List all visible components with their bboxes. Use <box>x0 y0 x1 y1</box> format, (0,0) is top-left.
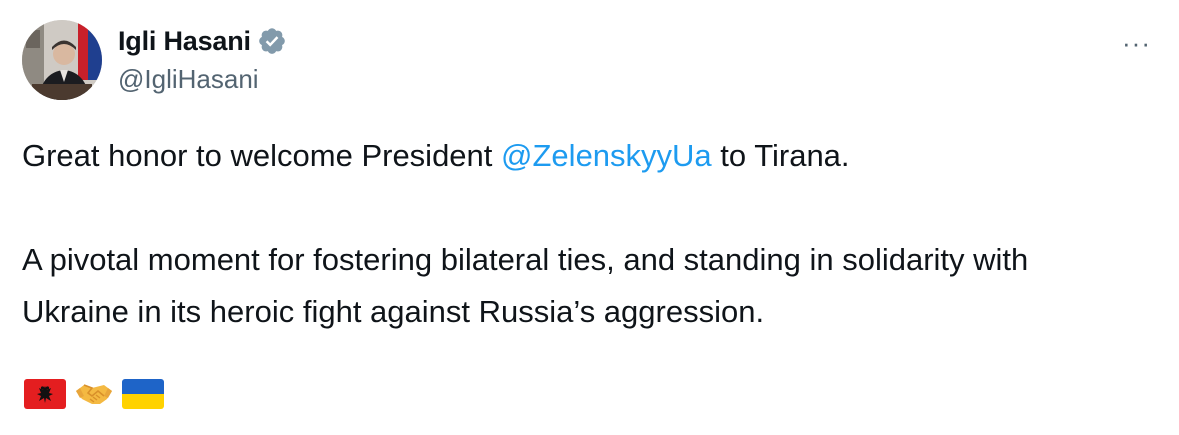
tweet-text: Great honor to welcome President @Zelens… <box>22 130 1142 338</box>
author-handle[interactable]: @IgliHasani <box>118 64 259 95</box>
tweet-card[interactable]: Igli Hasani @IgliHasani ··· Great honor … <box>0 0 1179 435</box>
ukraine-flag-icon <box>122 379 164 409</box>
tweet-paragraph-1: Great honor to welcome President @Zelens… <box>22 130 1142 182</box>
avatar-photo <box>22 20 102 100</box>
tweet-text-suffix: to Tirana. <box>711 138 850 173</box>
mention-link[interactable]: @ZelenskyyUa <box>501 138 712 173</box>
tweet-paragraph-2: A pivotal moment for fostering bilateral… <box>22 242 1029 329</box>
handshake-icon <box>74 379 114 409</box>
author-display-name[interactable]: Igli Hasani <box>118 26 251 57</box>
albania-flag-icon <box>24 379 66 409</box>
tweet-text-prefix: Great honor to welcome President <box>22 138 502 173</box>
more-options-icon[interactable]: ··· <box>1122 30 1151 56</box>
emoji-row <box>24 377 164 411</box>
author-name-row[interactable]: Igli Hasani <box>118 22 287 60</box>
author-avatar[interactable] <box>22 20 102 100</box>
verified-badge-icon <box>257 26 287 56</box>
